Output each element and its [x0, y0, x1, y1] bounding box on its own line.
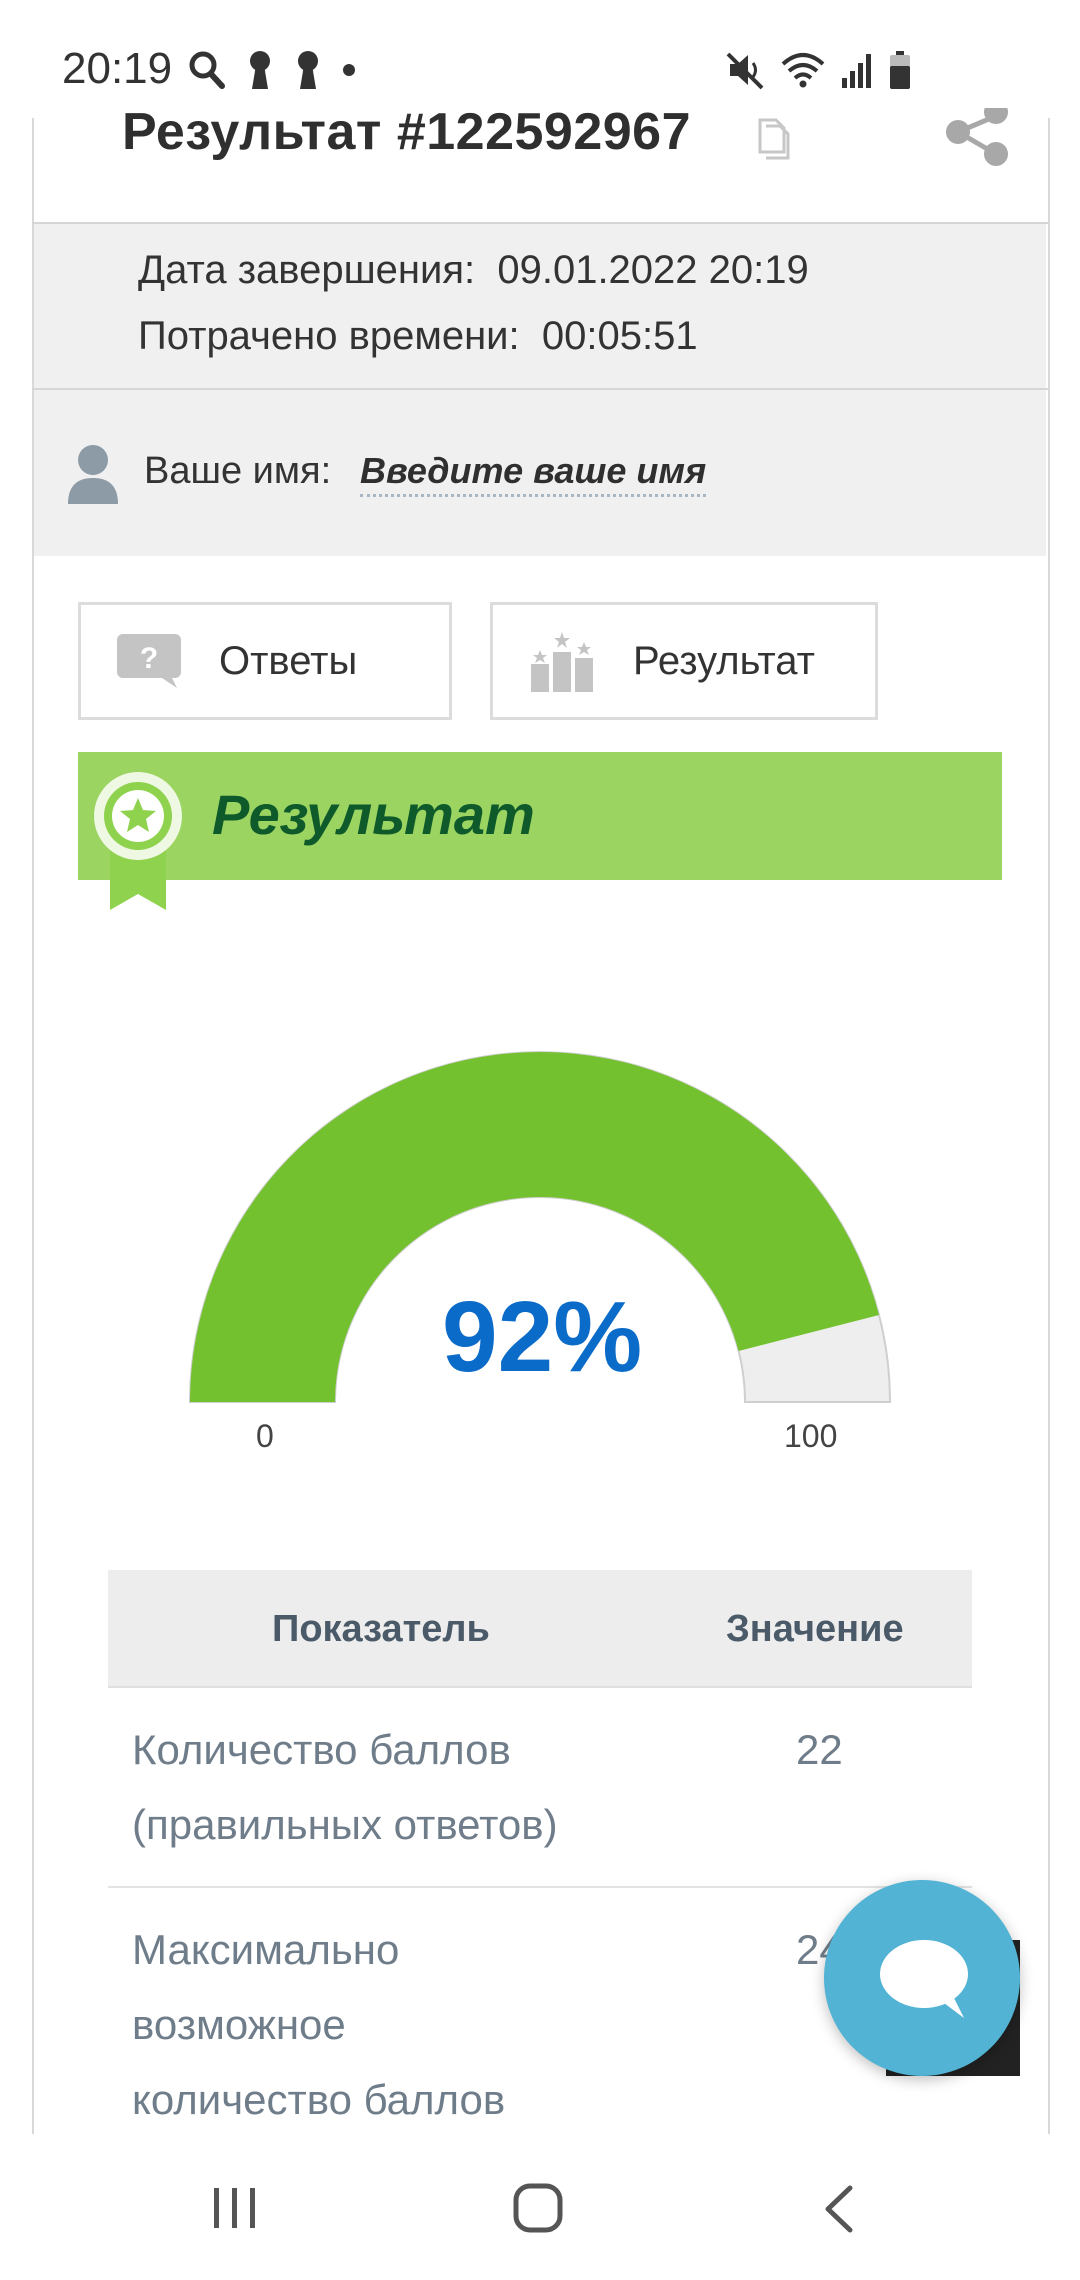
- completion-date-line: Дата завершения: 09.01.2022 20:19: [138, 248, 809, 293]
- status-icons-right: [726, 48, 912, 92]
- indicator-line: возможное: [132, 2001, 346, 2048]
- indicator-line: Количество баллов: [132, 1726, 511, 1773]
- user-avatar-icon: [68, 445, 118, 504]
- gauge-min-label: 0: [256, 1418, 274, 1454]
- tab-answers-label: Ответы: [219, 638, 358, 683]
- completion-date-label: Дата завершения:: [138, 248, 476, 292]
- podium-icon: [531, 632, 593, 692]
- search-icon: [189, 51, 225, 89]
- award-badge-icon: [94, 772, 182, 910]
- row-divider: [108, 1886, 972, 1888]
- chat-button[interactable]: [824, 1880, 1020, 2076]
- question-bubble-icon: ?: [117, 634, 181, 688]
- chat-bubble-icon: [880, 1940, 968, 2018]
- dot-icon: [343, 64, 355, 76]
- name-input[interactable]: Введите ваше имя: [360, 450, 707, 497]
- svg-text:?: ?: [140, 642, 158, 675]
- battery-icon: [890, 51, 910, 89]
- time-spent-line: Потрачено времени: 00:05:51: [138, 314, 698, 359]
- column-header-value: Значение: [726, 1608, 904, 1650]
- copy-icon[interactable]: [752, 116, 792, 160]
- status-time: 20:19: [62, 44, 173, 93]
- time-spent-label: Потрачено времени:: [138, 314, 520, 358]
- tab-result-label: Результат: [633, 638, 815, 683]
- name-label: Ваше имя:: [144, 450, 332, 492]
- share-icon[interactable]: [944, 108, 1010, 174]
- completion-date-value: 09.01.2022 20:19: [497, 248, 809, 292]
- tab-answers[interactable]: ? Ответы: [78, 602, 452, 720]
- indicator-line: количество баллов: [132, 2076, 506, 2123]
- gauge-value: 92%: [442, 1281, 643, 1393]
- table-row-value: 22: [796, 1726, 843, 1773]
- indicator-line: (правильных ответов): [132, 1801, 558, 1848]
- system-nav-bar: [0, 2134, 1080, 2280]
- table-row-indicator: Максимально возможное количество баллов: [132, 1912, 505, 2137]
- result-section-title: Результат: [212, 783, 535, 846]
- keyhole-icon: [250, 51, 270, 89]
- mute-icon: [726, 52, 764, 90]
- gauge-max-label: 100: [784, 1418, 838, 1454]
- page-title: Результат #122592967: [122, 103, 692, 161]
- table-row-indicator: Количество баллов (правильных ответов): [132, 1712, 558, 1862]
- tab-result[interactable]: Результат: [490, 602, 878, 720]
- recent-apps-icon[interactable]: [210, 2184, 260, 2232]
- time-spent-value: 00:05:51: [541, 314, 698, 358]
- status-icons-left: [188, 48, 356, 92]
- indicator-line: Максимально: [132, 1926, 400, 1973]
- wifi-icon: [781, 53, 825, 88]
- back-icon[interactable]: [822, 2184, 856, 2234]
- keyhole-icon: [298, 51, 318, 89]
- home-icon[interactable]: [512, 2182, 564, 2234]
- column-header-indicator: Показатель: [272, 1608, 490, 1650]
- signal-icon: [842, 54, 871, 88]
